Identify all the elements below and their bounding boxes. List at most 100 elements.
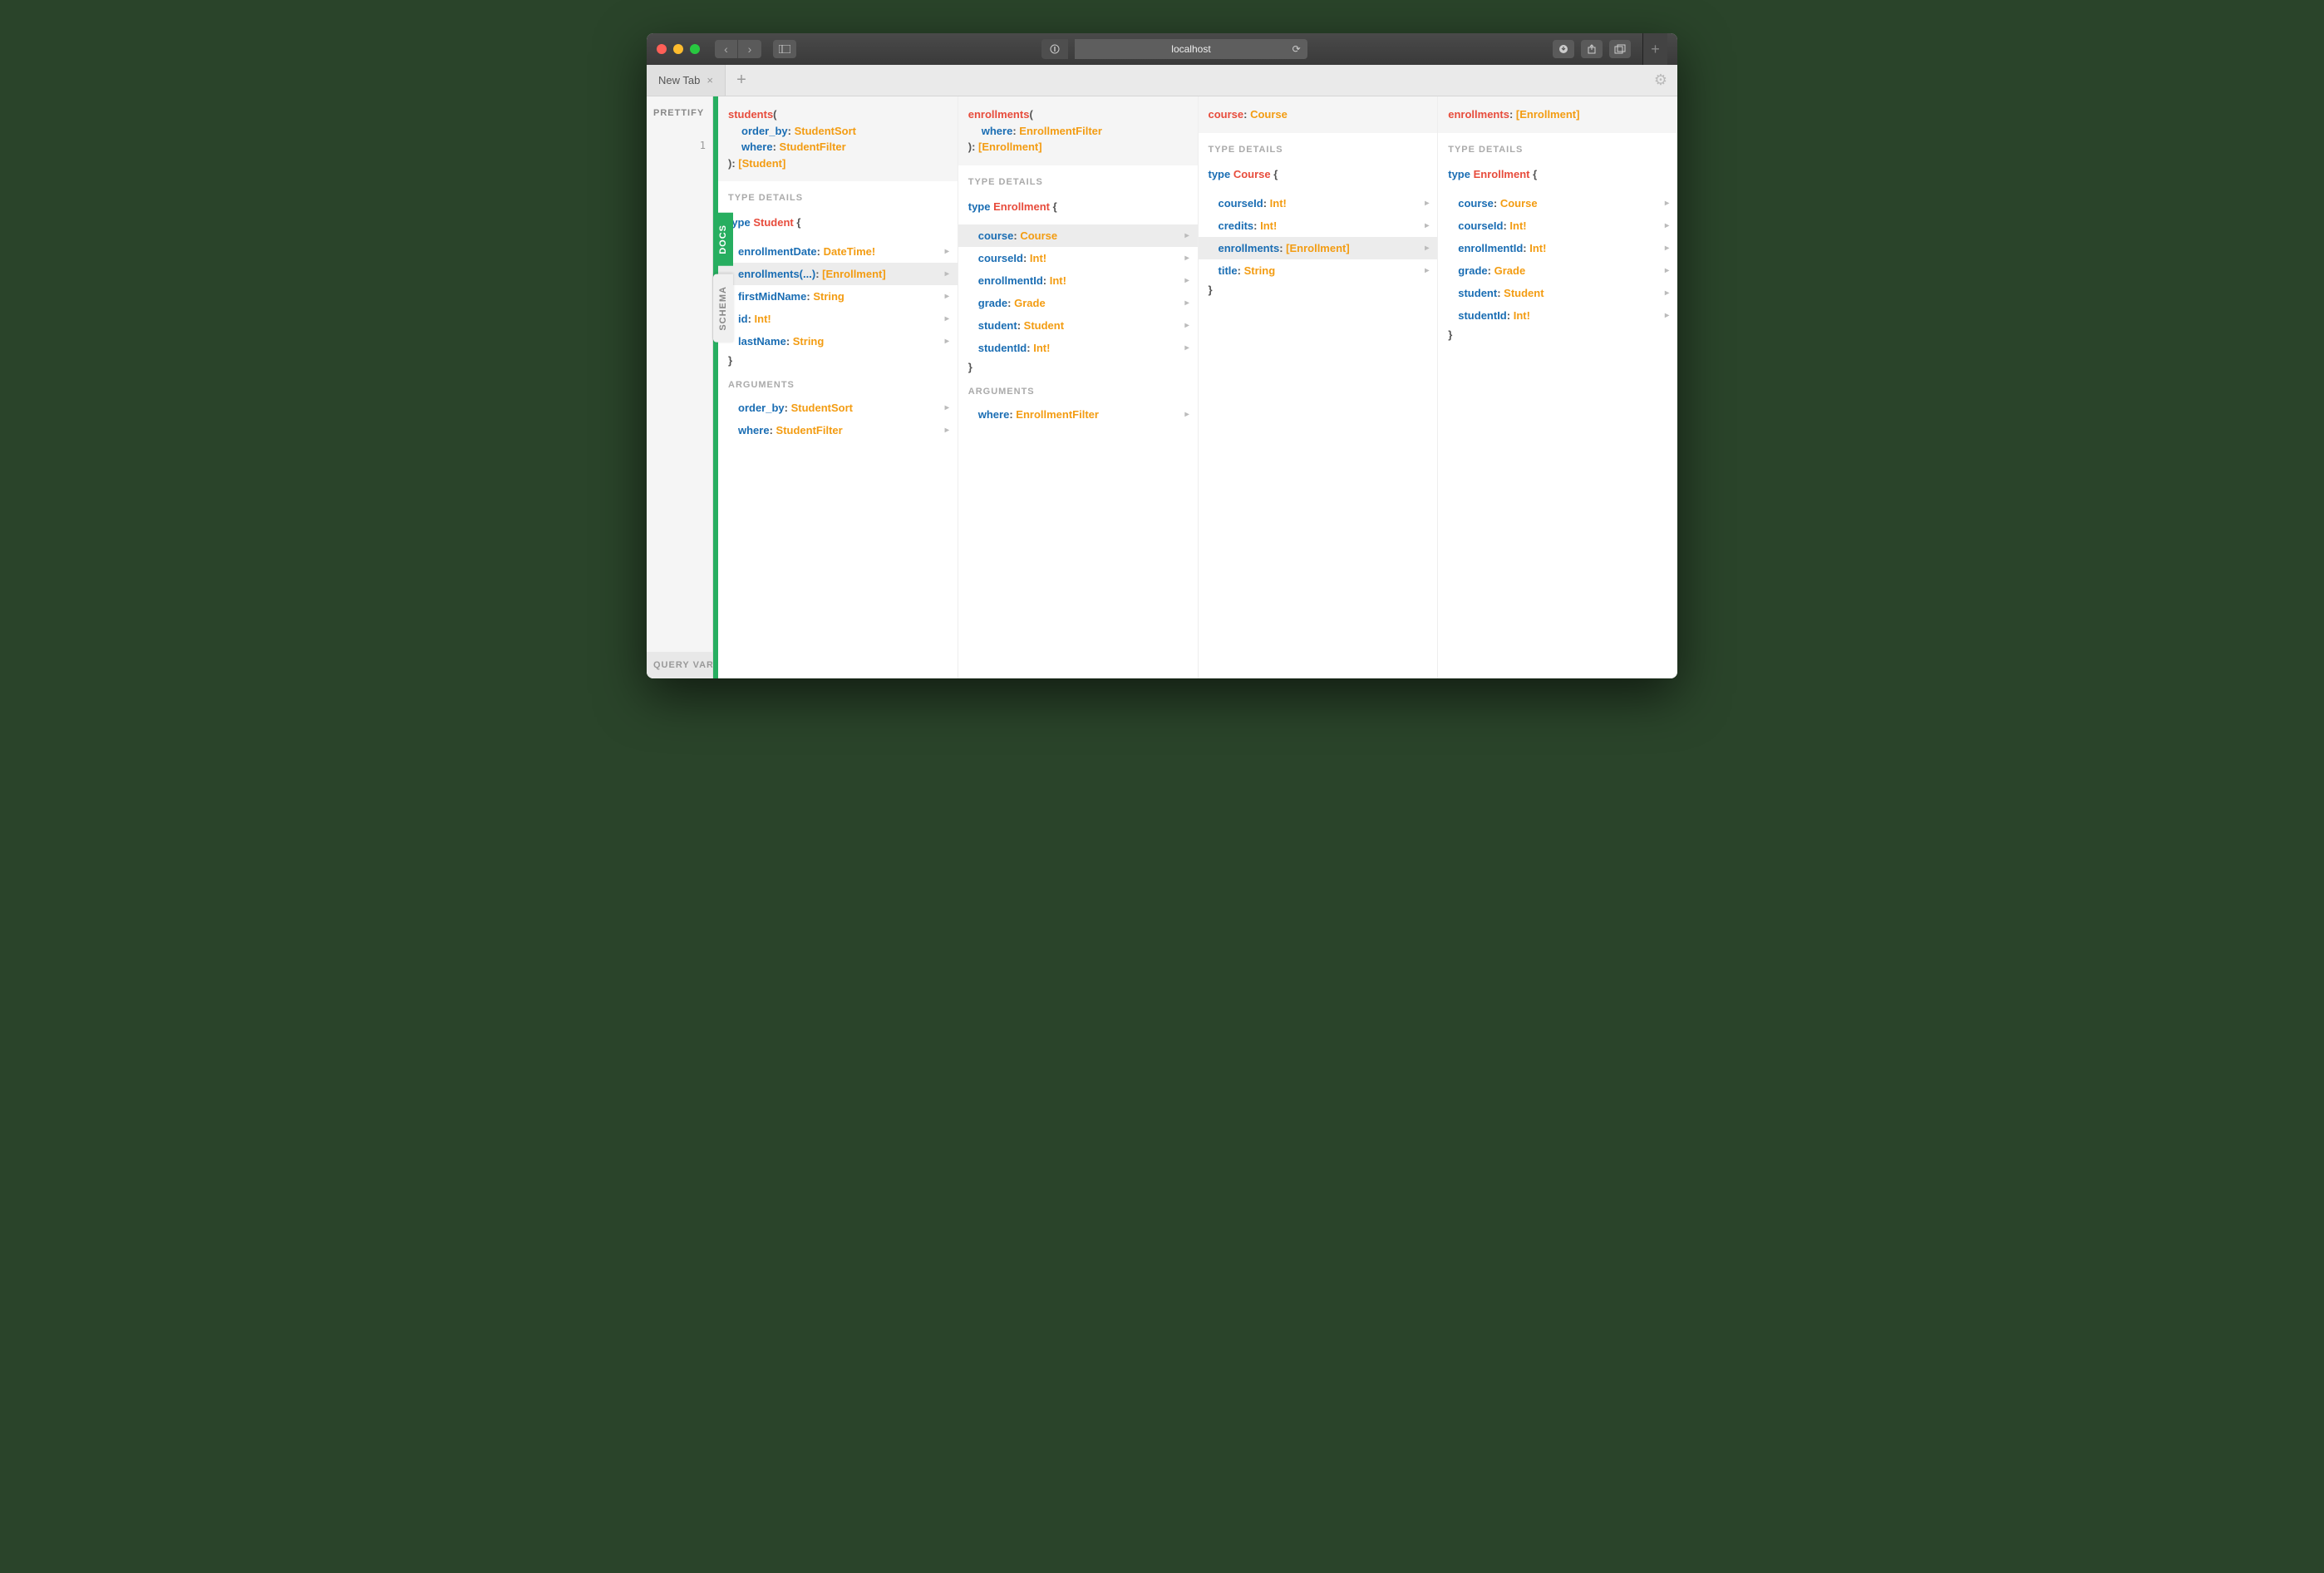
- arg-type: StudentFilter: [780, 141, 846, 153]
- field-label: enrollments(...): [Enrollment]: [738, 268, 945, 280]
- traffic-lights: [657, 44, 700, 54]
- add-app-tab-button[interactable]: +: [726, 65, 757, 96]
- close-brace: }: [1438, 327, 1677, 343]
- tabs-button[interactable]: [1609, 40, 1631, 58]
- field-row[interactable]: credits: Int!▸: [1199, 214, 1438, 237]
- field-row[interactable]: studentId: Int!▸: [1438, 304, 1677, 327]
- return-type: [Enrollment]: [1516, 108, 1580, 121]
- field-label: enrollmentId: Int!: [1458, 242, 1665, 254]
- field-label: grade: Grade: [1458, 264, 1665, 277]
- downloads-button[interactable]: [1553, 40, 1574, 58]
- editor-rail: PRETTIFY 1 QUERY VARIABLES: [647, 96, 713, 678]
- sig-open: (: [1029, 108, 1032, 121]
- field-row[interactable]: enrollmentId: Int!▸: [1438, 237, 1677, 259]
- field-row[interactable]: id: Int!▸: [718, 308, 958, 330]
- chevron-right-icon: ▸: [1425, 244, 1429, 253]
- arg-type: EnrollmentFilter: [1019, 125, 1102, 137]
- reader-button[interactable]: [1041, 39, 1068, 59]
- type-details-label: TYPE DETAILS: [718, 181, 958, 210]
- arg-name: where: [982, 125, 1013, 137]
- arguments-label: ARGUMENTS: [718, 368, 958, 397]
- chevron-right-icon: ▸: [1184, 254, 1189, 263]
- browser-window: ‹ › localhost ⟳ + N: [647, 33, 1677, 678]
- field-row[interactable]: order_by: StudentSort▸: [718, 397, 958, 419]
- url-text: localhost: [1171, 43, 1210, 55]
- chevron-right-icon: ▸: [945, 292, 949, 301]
- refresh-icon[interactable]: ⟳: [1292, 43, 1301, 55]
- field-row[interactable]: title: String▸: [1199, 259, 1438, 282]
- editor-line-number: 1: [647, 130, 712, 161]
- arg-name: order_by: [741, 125, 788, 137]
- field-row[interactable]: courseId: Int!▸: [1438, 214, 1677, 237]
- share-button[interactable]: [1581, 40, 1603, 58]
- field-label: where: EnrollmentFilter: [978, 408, 1185, 421]
- schema-tab[interactable]: SCHEMA: [713, 274, 733, 343]
- field-row[interactable]: enrollmentDate: DateTime!▸: [718, 240, 958, 263]
- gear-icon: ⚙: [1654, 72, 1667, 89]
- field-row[interactable]: lastName: String▸: [718, 330, 958, 353]
- new-browser-tab-button[interactable]: +: [1642, 33, 1667, 65]
- return-type: [Student]: [738, 157, 785, 170]
- app-tabbar: New Tab × + ⚙: [647, 65, 1677, 96]
- field-row[interactable]: firstMidName: String▸: [718, 285, 958, 308]
- chevron-right-icon: ▸: [1665, 266, 1669, 275]
- sig-open: (: [773, 108, 776, 121]
- field-label: enrollmentId: Int!: [978, 274, 1185, 287]
- type-details-label: TYPE DETAILS: [1199, 133, 1438, 161]
- field-row[interactable]: courseId: Int!▸: [1199, 192, 1438, 214]
- chevron-right-icon: ▸: [1184, 276, 1189, 285]
- back-button[interactable]: ‹: [715, 40, 738, 58]
- chevron-right-icon: ▸: [945, 247, 949, 256]
- chevron-right-icon: ▸: [945, 403, 949, 412]
- titlebar-right: [1553, 40, 1631, 58]
- forward-button[interactable]: ›: [738, 40, 761, 58]
- field-row[interactable]: enrollments: [Enrollment]▸: [1199, 237, 1438, 259]
- close-window-button[interactable]: [657, 44, 667, 54]
- chevron-right-icon: ▸: [1184, 298, 1189, 308]
- close-tab-icon[interactable]: ×: [707, 74, 713, 86]
- field-row[interactable]: grade: Grade▸: [1438, 259, 1677, 282]
- type-signature: type Course {: [1199, 161, 1438, 192]
- field-row[interactable]: course: Course▸: [1438, 192, 1677, 214]
- field-row[interactable]: grade: Grade▸: [958, 292, 1198, 314]
- arg-name: where: [741, 141, 773, 153]
- field-signature: enrollments( where: EnrollmentFilter ): …: [958, 96, 1198, 165]
- field-row[interactable]: courseId: Int!▸: [958, 247, 1198, 269]
- return-type: [Enrollment]: [978, 141, 1042, 153]
- field-row[interactable]: enrollments(...): [Enrollment]▸: [718, 263, 958, 285]
- arguments-label: ARGUMENTS: [958, 375, 1198, 403]
- field-row[interactable]: studentId: Int!▸: [958, 337, 1198, 359]
- field-row[interactable]: enrollmentId: Int!▸: [958, 269, 1198, 292]
- app-tab-label: New Tab: [658, 74, 700, 86]
- field-row[interactable]: where: EnrollmentFilter▸: [958, 403, 1198, 426]
- field-row[interactable]: student: Student▸: [1438, 282, 1677, 304]
- query-variables-button[interactable]: QUERY VARIABLES: [647, 652, 712, 678]
- args-list: where: EnrollmentFilter▸: [958, 403, 1198, 426]
- field-signature: enrollments: [Enrollment]: [1438, 96, 1677, 133]
- settings-button[interactable]: ⚙: [1644, 65, 1677, 96]
- sig-name: course: [1209, 108, 1244, 121]
- chevron-right-icon: ▸: [945, 337, 949, 346]
- show-sidebar-button[interactable]: [773, 40, 796, 58]
- prettify-button[interactable]: PRETTIFY: [650, 103, 709, 123]
- field-signature: course: Course: [1199, 96, 1438, 133]
- maximize-window-button[interactable]: [690, 44, 700, 54]
- sig-close: ):: [968, 141, 978, 153]
- field-row[interactable]: where: StudentFilter▸: [718, 419, 958, 441]
- type-signature: type Student {: [718, 210, 958, 240]
- field-row[interactable]: course: Course▸: [958, 224, 1198, 247]
- chevron-right-icon: ▸: [945, 426, 949, 435]
- app-tab[interactable]: New Tab ×: [647, 65, 726, 96]
- minimize-window-button[interactable]: [673, 44, 683, 54]
- field-label: where: StudentFilter: [738, 424, 945, 436]
- docs-tab[interactable]: DOCS: [713, 213, 733, 266]
- field-label: course: Course: [978, 229, 1185, 242]
- close-brace: }: [1199, 282, 1438, 298]
- field-signature: students( order_by: StudentSort where: S…: [718, 96, 958, 181]
- url-bar[interactable]: localhost ⟳: [1075, 39, 1307, 59]
- type-details-label: TYPE DETAILS: [1438, 133, 1677, 161]
- field-row[interactable]: student: Student▸: [958, 314, 1198, 337]
- chevron-right-icon: ▸: [945, 314, 949, 323]
- docs-columns: students( order_by: StudentSort where: S…: [718, 96, 1677, 678]
- sig-name: students: [728, 108, 773, 121]
